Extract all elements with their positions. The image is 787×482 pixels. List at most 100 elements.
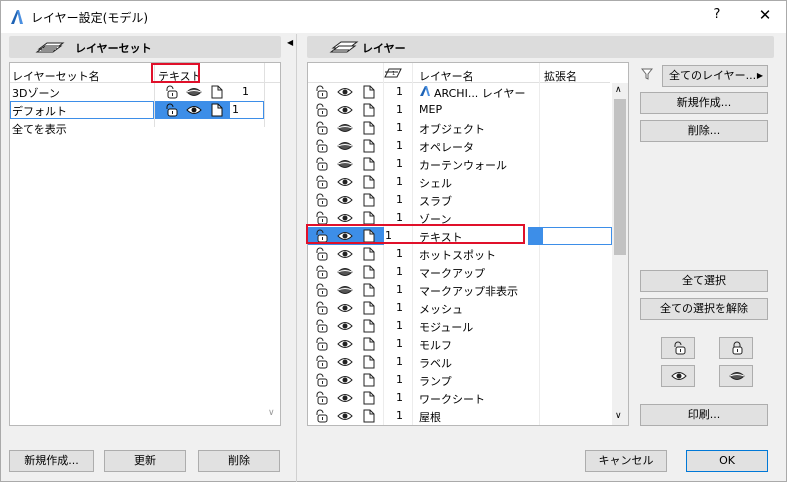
- lock-open-icon[interactable]: [313, 319, 329, 333]
- file-icon[interactable]: [361, 373, 377, 387]
- layer-row[interactable]: 1 マークアップ非表示: [308, 281, 610, 299]
- file-icon[interactable]: [361, 157, 377, 171]
- eye-open-icon[interactable]: [337, 247, 353, 261]
- layer-filter-dropdown[interactable]: 全てのレイヤー... ▶: [662, 65, 768, 87]
- lock-open-icon[interactable]: [313, 85, 329, 99]
- lock-open-icon[interactable]: [313, 193, 329, 207]
- ok-button[interactable]: OK: [686, 450, 768, 472]
- file-icon[interactable]: [361, 409, 377, 423]
- layer-row[interactable]: 1 ARCHI... レイヤー: [308, 83, 610, 101]
- file-icon[interactable]: [361, 139, 377, 153]
- file-icon[interactable]: [361, 247, 377, 261]
- layer-row[interactable]: 1 メッシュ: [308, 299, 610, 317]
- eye-open-icon[interactable]: [337, 211, 353, 225]
- eye-open-icon[interactable]: [337, 103, 353, 117]
- eye-closed-icon[interactable]: [337, 139, 353, 153]
- lock-open-icon[interactable]: [163, 103, 179, 117]
- layer-row[interactable]: 1 MEP: [308, 101, 610, 119]
- lock-open-icon[interactable]: [313, 409, 329, 423]
- file-icon[interactable]: [209, 85, 225, 99]
- cancel-button[interactable]: キャンセル: [585, 450, 667, 472]
- eye-open-icon[interactable]: [337, 193, 353, 207]
- file-icon[interactable]: [361, 193, 377, 207]
- eye-open-icon[interactable]: [337, 337, 353, 351]
- file-icon[interactable]: [361, 301, 377, 315]
- show-all-button[interactable]: [661, 365, 695, 387]
- lock-open-icon[interactable]: [313, 121, 329, 135]
- layer-row[interactable]: 1 ランプ: [308, 371, 610, 389]
- layer-set-row[interactable]: 3Dゾーン 1: [10, 83, 280, 101]
- scroll-down-icon[interactable]: ∨: [615, 411, 622, 421]
- file-icon[interactable]: [361, 103, 377, 117]
- extension-edit-field[interactable]: [542, 227, 612, 245]
- layer-row[interactable]: 1 ホットスポット: [308, 245, 610, 263]
- file-icon[interactable]: [361, 391, 377, 405]
- eye-open-icon[interactable]: [337, 409, 353, 423]
- layer-row[interactable]: 1 オペレータ: [308, 137, 610, 155]
- eye-open-icon[interactable]: [337, 319, 353, 333]
- file-icon[interactable]: [361, 211, 377, 225]
- layer-row[interactable]: 1 モジュール: [308, 317, 610, 335]
- new-layer-button[interactable]: 新規作成...: [640, 92, 768, 114]
- lock-open-icon[interactable]: [313, 265, 329, 279]
- layer-row[interactable]: 1 ワークシート: [308, 389, 610, 407]
- eye-closed-icon[interactable]: [337, 157, 353, 171]
- file-icon[interactable]: [361, 337, 377, 351]
- eye-open-icon[interactable]: [337, 85, 353, 99]
- help-button[interactable]: ?: [706, 7, 728, 27]
- lock-open-icon[interactable]: [163, 85, 179, 99]
- hide-all-button[interactable]: [719, 365, 753, 387]
- lock-open-icon[interactable]: [313, 337, 329, 351]
- layer-set-row[interactable]: 全てを表示: [10, 119, 280, 137]
- layer-row[interactable]: 1 屋根: [308, 407, 610, 425]
- eye-open-icon[interactable]: [337, 301, 353, 315]
- unlock-all-button[interactable]: [661, 337, 695, 359]
- file-icon[interactable]: [361, 283, 377, 297]
- lock-open-icon[interactable]: [313, 247, 329, 261]
- eye-open-icon[interactable]: [337, 391, 353, 405]
- layer-set-list[interactable]: レイヤーセット名 テキスト 3Dゾーン 1 デフォルト 1 全てを表示 ∨: [9, 62, 281, 426]
- layer-scrollbar[interactable]: ∧ ∨: [612, 83, 628, 425]
- delete-layer-button[interactable]: 削除...: [640, 120, 768, 142]
- lock-open-icon[interactable]: [313, 157, 329, 171]
- close-button[interactable]: ✕: [753, 6, 777, 26]
- lock-open-icon[interactable]: [313, 283, 329, 297]
- layer-set-row-selected[interactable]: デフォルト 1: [10, 101, 280, 119]
- lock-open-icon[interactable]: [313, 139, 329, 153]
- eye-closed-icon[interactable]: [186, 85, 202, 99]
- scroll-down-icon[interactable]: ∨: [268, 408, 275, 418]
- layer-row[interactable]: 1 カーテンウォール: [308, 155, 610, 173]
- scrollbar-thumb[interactable]: [614, 99, 626, 255]
- layer-row[interactable]: 1 シェル: [308, 173, 610, 191]
- eye-closed-icon[interactable]: [337, 121, 353, 135]
- lock-open-icon[interactable]: [313, 211, 329, 225]
- eye-closed-icon[interactable]: [337, 265, 353, 279]
- lock-open-icon[interactable]: [313, 175, 329, 189]
- file-icon[interactable]: [361, 121, 377, 135]
- eye-open-icon[interactable]: [337, 175, 353, 189]
- layer-row[interactable]: 1 オブジェクト: [308, 119, 610, 137]
- file-icon[interactable]: [361, 265, 377, 279]
- eye-open-icon[interactable]: [186, 103, 202, 117]
- file-icon[interactable]: [361, 175, 377, 189]
- update-button[interactable]: 更新: [104, 450, 186, 472]
- file-icon[interactable]: [361, 319, 377, 333]
- file-icon[interactable]: [209, 103, 225, 117]
- layer-row[interactable]: 1 スラブ: [308, 191, 610, 209]
- eye-open-icon[interactable]: [337, 355, 353, 369]
- lock-all-button[interactable]: [719, 337, 753, 359]
- scroll-up-icon[interactable]: ∧: [615, 85, 622, 95]
- lock-open-icon[interactable]: [313, 355, 329, 369]
- print-button[interactable]: 印刷...: [640, 404, 768, 426]
- layer-row[interactable]: 1 ラベル: [308, 353, 610, 371]
- lock-open-icon[interactable]: [313, 301, 329, 315]
- collapse-arrow-icon[interactable]: ◀: [287, 38, 293, 47]
- layer-row[interactable]: 1 マークアップ: [308, 263, 610, 281]
- file-icon[interactable]: [361, 85, 377, 99]
- new-layer-set-button[interactable]: 新規作成...: [9, 450, 94, 472]
- deselect-all-button[interactable]: 全ての選択を解除: [640, 298, 768, 320]
- delete-layer-set-button[interactable]: 削除: [198, 450, 280, 472]
- eye-closed-icon[interactable]: [337, 283, 353, 297]
- lock-open-icon[interactable]: [313, 103, 329, 117]
- lock-open-icon[interactable]: [313, 373, 329, 387]
